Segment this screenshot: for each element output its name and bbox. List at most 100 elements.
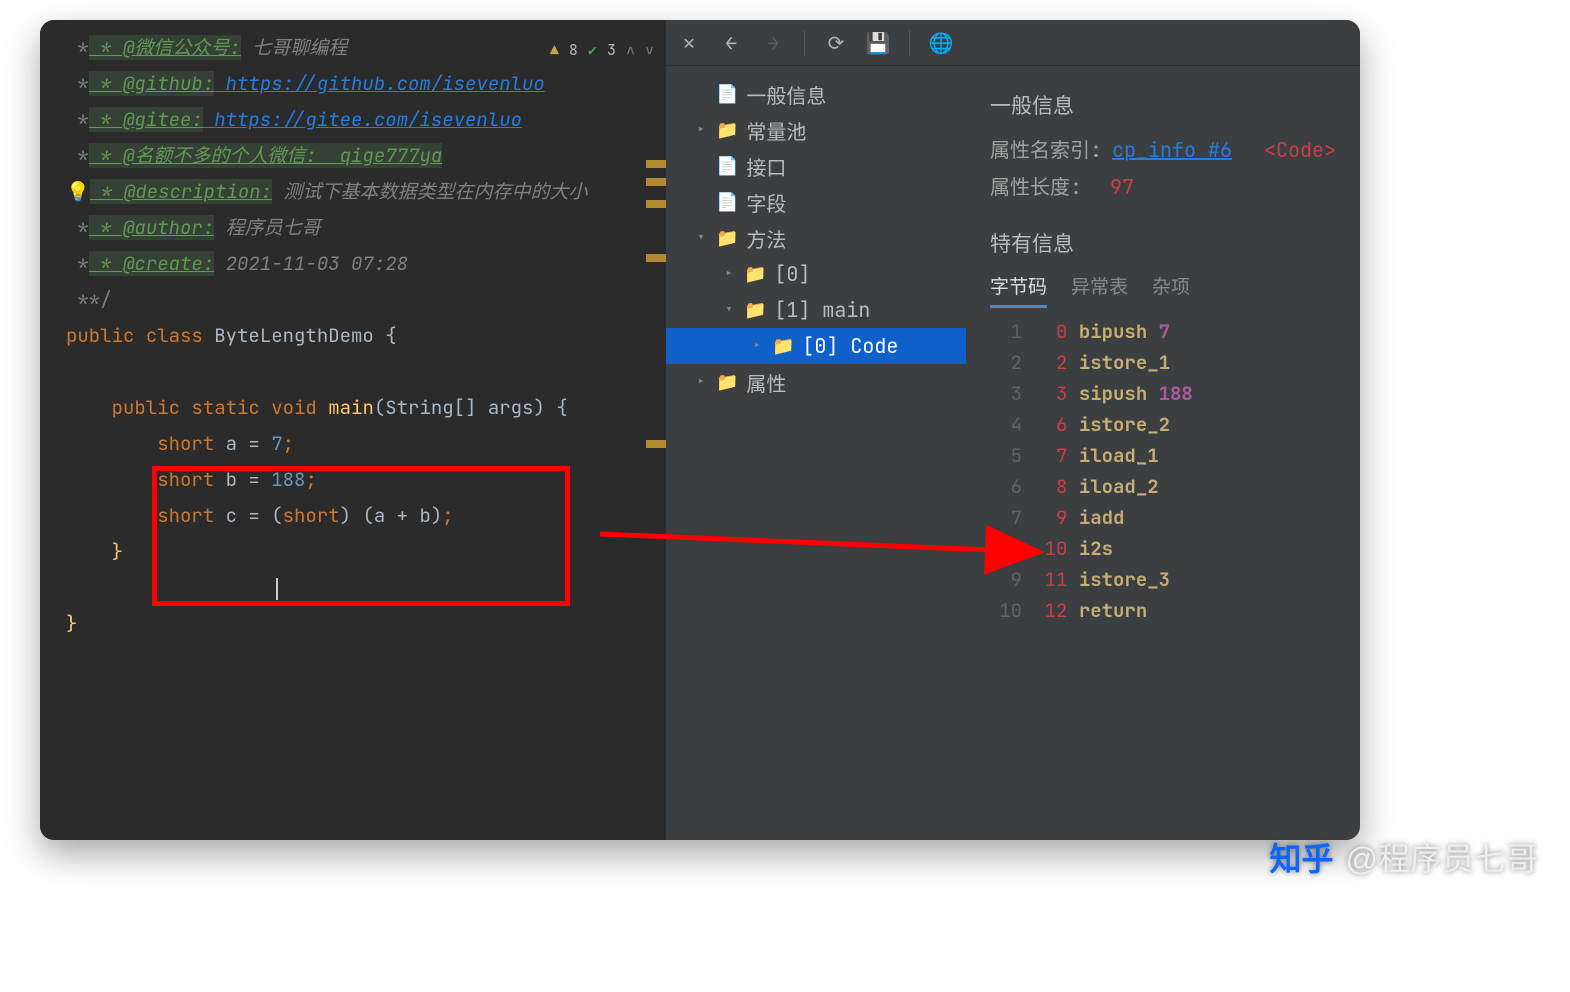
bytecode-row[interactable]: 6 8 iload_2 [990,471,1336,502]
bytecode-offset: 10 [1033,533,1067,564]
tree-item[interactable]: ▾📁方法 [666,220,966,256]
tree-item[interactable]: 📄一般信息 [666,76,966,112]
class-structure-tree[interactable]: 📄一般信息▸📁常量池📄接口📄字段▾📁方法▸📁[0] ▾📁[1] main▸📁[0… [666,66,966,840]
folder-icon: 📁 [716,119,738,142]
code-line[interactable]: short a = 7; [66,426,658,462]
code-line[interactable]: short c = (short) (a + b); [66,498,658,534]
bytecode-row[interactable]: 10 12 return [990,595,1336,626]
tab-misc[interactable]: 杂项 [1152,272,1190,308]
bytecode-offset: 2 [1033,347,1067,378]
bytecode-line-no: 8 [990,533,1022,564]
bytecode-listing[interactable]: 1 0 bipush 72 2 istore_13 3 sipush 1884 … [990,316,1336,626]
refresh-icon[interactable]: ⟳ [825,32,847,54]
inspection-bar: ▲ 8 ✔ 3 ∧ ∨ [550,32,654,68]
bytecode-line-no: 3 [990,378,1022,409]
code-line[interactable]: short b = 188; [66,462,658,498]
chevron-icon: ▸ [750,337,764,355]
error-stripe[interactable] [646,254,666,262]
code-line[interactable] [66,354,658,390]
bytecode-viewer-pane: ✕ ← → ⟳ 💾 🌐 📄一般信息▸📁常量池📄接口📄字段▾📁方法▸📁[0] ▾📁… [666,20,1360,840]
close-icon[interactable]: ✕ [678,32,700,54]
bytecode-instruction: bipush [1079,319,1147,344]
code-line[interactable] [66,570,658,606]
watermark: 知乎 @程序员七哥 [1269,834,1538,880]
bytecode-row[interactable]: 3 3 sipush 188 [990,378,1336,409]
tab-exception-table[interactable]: 异常表 [1071,272,1128,308]
code-line[interactable]: * * @author: 程序员七哥 [66,210,658,246]
bytecode-line-no: 10 [990,595,1022,626]
code-line[interactable]: * * @github: https://github.com/isevenlu… [66,66,658,102]
error-stripe[interactable] [646,440,666,448]
code-line[interactable]: } [66,534,658,570]
code-line[interactable]: * * @gitee: https://gitee.com/isevenluo [66,102,658,138]
attr-name-index-link[interactable]: cp_info #6 [1112,137,1232,163]
back-icon[interactable]: ← [720,32,742,54]
save-icon[interactable]: 💾 [867,32,889,54]
code-line[interactable]: public class ByteLengthDemo { [66,318,658,354]
tree-item[interactable]: ▸📁[0] [666,256,966,292]
browser-icon[interactable]: 🌐 [930,32,952,54]
tree-item[interactable]: ▸📁属性 [666,364,966,400]
down-icon[interactable]: ∨ [645,32,654,68]
bytecode-offset: 7 [1033,440,1067,471]
bytecode-row[interactable]: 2 2 istore_1 [990,347,1336,378]
bytecode-line-no: 5 [990,440,1022,471]
bytecode-instruction: istore_2 [1079,412,1170,437]
tree-item[interactable]: 📄 接口 [666,148,966,184]
section-specific-info: 特有信息 [990,228,1336,258]
tree-item[interactable]: ▸📁常量池 [666,112,966,148]
bytecode-line-no: 7 [990,502,1022,533]
warning-icon: ▲ [550,32,559,68]
code-line[interactable]: 💡 * @description: 测试下基本数据类型在内存中的大小 [66,174,658,210]
tree-item-label: 常量池 [746,116,806,145]
error-stripe[interactable] [646,160,666,168]
code-line[interactable]: * * @create: 2021-11-03 07:28 [66,246,658,282]
bytecode-row[interactable]: 1 0 bipush 7 [990,316,1336,347]
tab-bytecode[interactable]: 字节码 [990,272,1047,308]
folder-icon: 📁 [716,227,738,250]
file-icon: 📄 [716,83,738,106]
chevron-icon: ▸ [694,373,708,391]
tree-item[interactable]: 📄字段 [666,184,966,220]
tree-item-label: 接口 [746,152,786,181]
tree-item[interactable]: ▾📁[1] main [666,292,966,328]
forward-icon[interactable]: → [762,32,784,54]
bytecode-row[interactable]: 8 10 i2s [990,533,1336,564]
bytecode-line-no: 1 [990,316,1022,347]
code-line[interactable]: } [66,606,658,642]
up-icon[interactable]: ∧ [626,32,635,68]
error-stripe[interactable] [646,200,666,208]
separator [909,30,910,56]
bytecode-offset: 0 [1033,316,1067,347]
error-stripe[interactable] [646,178,666,186]
code-line[interactable]: * * @名额不多的个人微信: qige777ya [66,138,658,174]
tree-item-label: 属性 [746,368,786,397]
folder-icon: 📁 [772,335,794,358]
bytecode-line-no: 6 [990,471,1022,502]
text-cursor [276,578,278,600]
bytecode-offset: 3 [1033,378,1067,409]
attr-length-value: 97 [1110,174,1134,200]
bytecode-row[interactable]: 9 11 istore_3 [990,564,1336,595]
ok-icon: ✔ [588,32,597,68]
bytecode-offset: 11 [1033,564,1067,595]
bytecode-row[interactable]: 4 6 istore_2 [990,409,1336,440]
chevron-icon: ▾ [694,229,708,247]
code-line[interactable]: **/ [66,282,658,318]
file-icon: 📄 [716,155,738,178]
tree-item-label: 字段 [746,188,786,217]
bytecode-line-no: 9 [990,564,1022,595]
bulb-icon[interactable]: 💡 [66,179,90,204]
tree-item[interactable]: ▸📁[0] Code [666,328,966,364]
bytecode-row[interactable]: 7 9 iadd [990,502,1336,533]
bytecode-offset: 8 [1033,471,1067,502]
bytecode-instruction: iload_2 [1079,474,1159,499]
bytecode-offset: 12 [1033,595,1067,626]
code-line[interactable]: public static void main(String[] args) { [66,390,658,426]
warning-count: 8 [569,32,578,68]
bytecode-row[interactable]: 5 7 iload_1 [990,440,1336,471]
tree-item-label: [1] main [774,297,870,323]
folder-icon: 📁 [744,299,766,322]
ok-count: 3 [607,32,616,68]
editor-pane[interactable]: ▲ 8 ✔ 3 ∧ ∨ * * @微信公众号: 七哥聊编程 * * @githu… [40,20,666,840]
